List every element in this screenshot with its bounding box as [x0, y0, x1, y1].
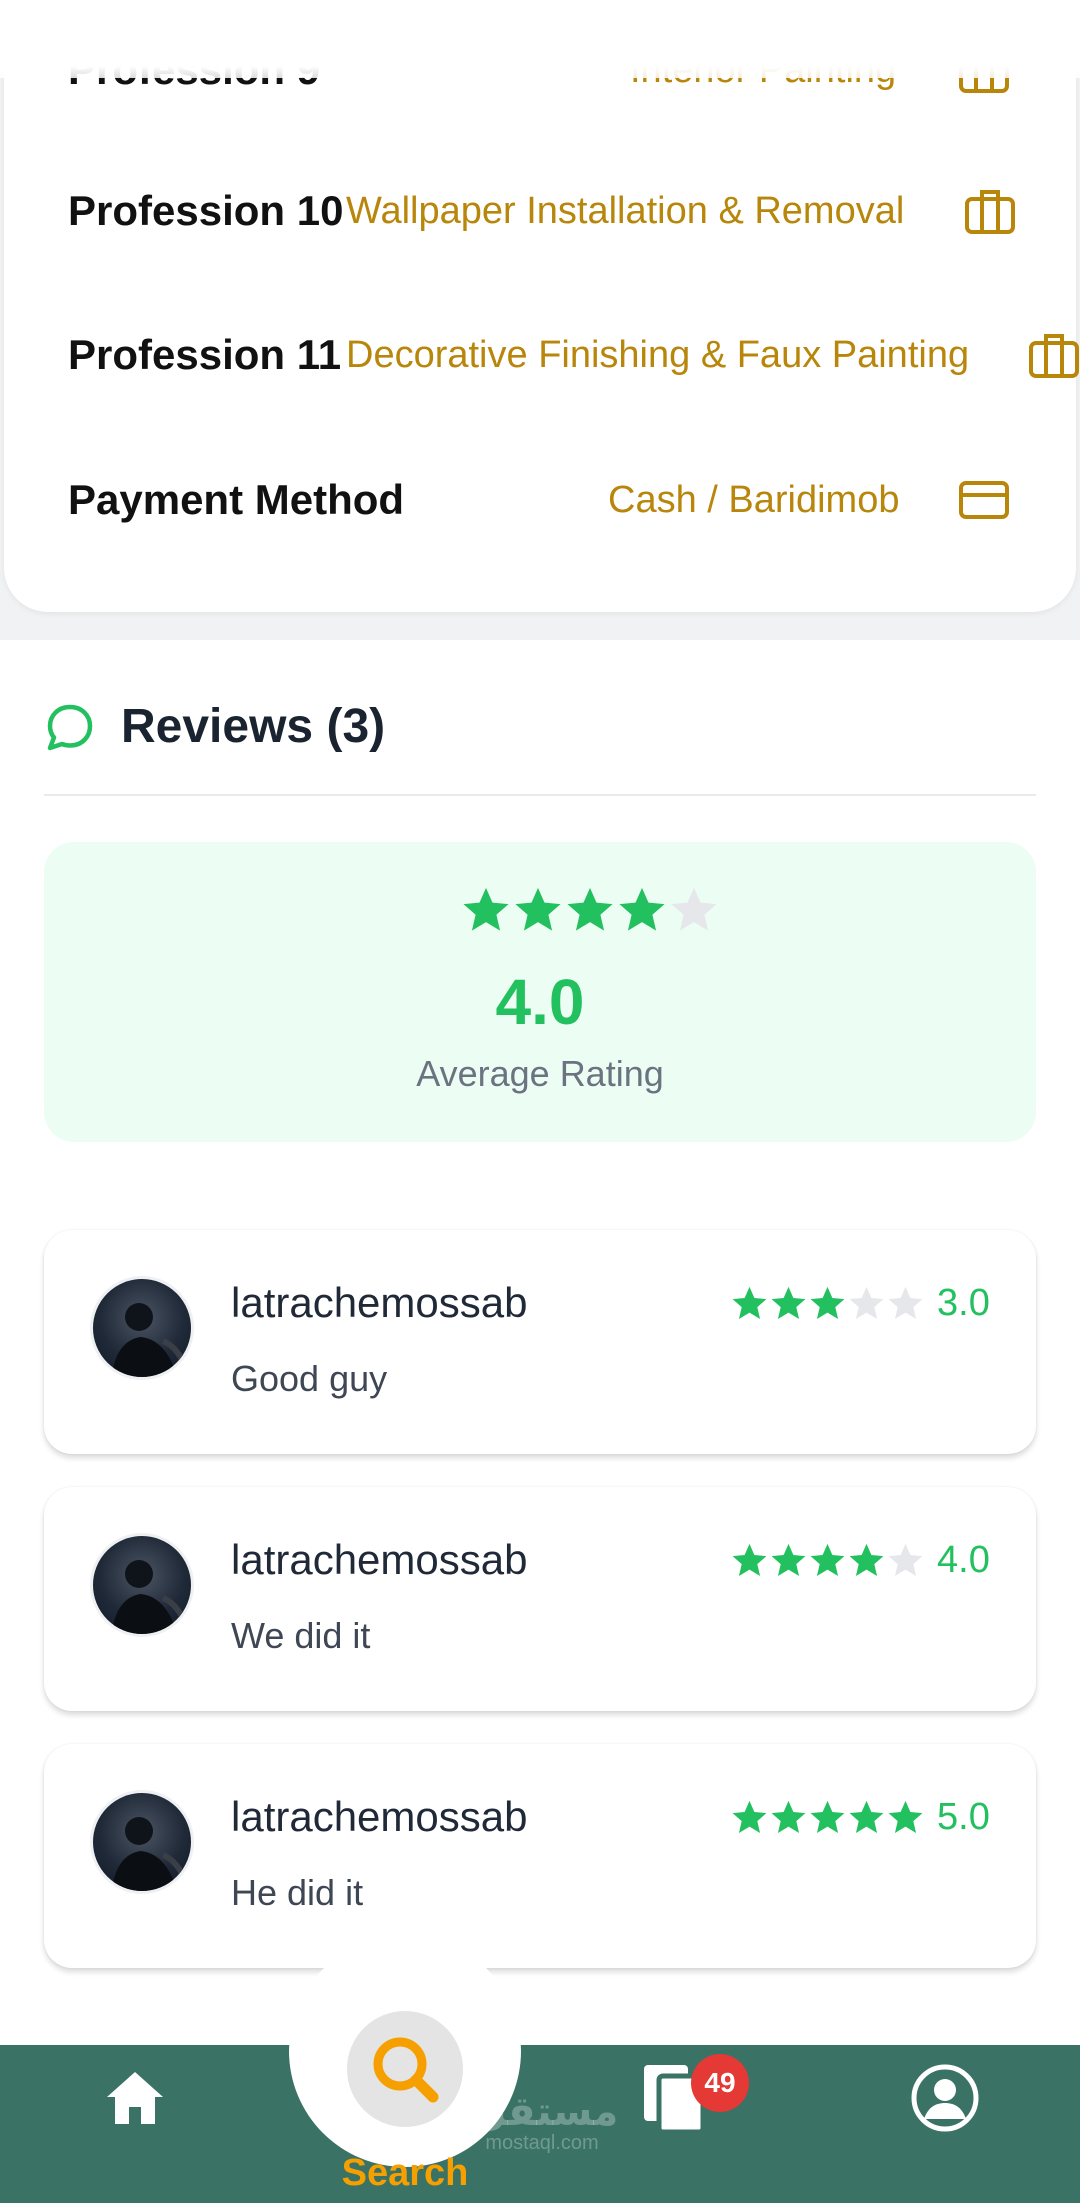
- detail-row-payment-method: Payment Method Cash / Baridimob: [68, 470, 1080, 530]
- scroll-fade: [0, 0, 1080, 78]
- star-filled-icon: [810, 1286, 845, 1319]
- star-filled-icon: [463, 887, 509, 931]
- review-text: Good guy: [231, 1358, 388, 1399]
- star-filled-icon: [888, 1800, 923, 1833]
- reviews-title: Reviews (3): [121, 700, 386, 753]
- divider: [44, 794, 1036, 796]
- chat-bubble-icon: [47, 704, 93, 751]
- star-empty-icon: [888, 1286, 923, 1319]
- mostaql-watermark: مستقل mostaql.com: [472, 2089, 619, 2154]
- star-filled-icon: [849, 1543, 884, 1576]
- star-filled-icon: [732, 1543, 767, 1576]
- review-rating: 4.0: [937, 1539, 990, 1581]
- review-rating: 5.0: [937, 1796, 990, 1838]
- star-filled-icon: [515, 887, 561, 931]
- star-filled-icon: [771, 1800, 806, 1833]
- briefcase-icon: [1029, 334, 1079, 378]
- orders-badge: 49: [691, 2054, 749, 2112]
- reviewer-name: latrachemossab: [231, 1793, 528, 1840]
- star-filled-icon: [732, 1286, 767, 1319]
- page: Profession 9 Interior Painting Professio…: [0, 0, 1080, 2203]
- star-filled-icon: [849, 1800, 884, 1833]
- avatar: [90, 1533, 194, 1637]
- search-icon: [373, 2037, 439, 2103]
- nav-home[interactable]: [104, 2069, 166, 2127]
- avatar: [90, 1276, 194, 1380]
- review-card: latrachemossab Good guy 3.0: [44, 1230, 1036, 1454]
- star-empty-icon: [671, 887, 717, 931]
- average-rating-label: Average Rating: [416, 1053, 664, 1094]
- average-rating-box: 4.0 Average Rating: [44, 842, 1036, 1142]
- star-filled-icon: [567, 887, 613, 931]
- review-stars: [730, 1284, 925, 1322]
- nav-profile[interactable]: [910, 2063, 980, 2133]
- search-icon-holder: [347, 2011, 463, 2127]
- detail-value: Decorative Finishing & Faux Painting: [346, 334, 970, 376]
- review-card: latrachemossab We did it 4.0: [44, 1487, 1036, 1711]
- detail-label: Profession 10: [68, 187, 344, 234]
- detail-label: Profession 11: [68, 331, 342, 378]
- watermark-arabic: مستقل: [472, 2089, 619, 2135]
- star-filled-icon: [810, 1543, 845, 1576]
- review-card: latrachemossab He did it 5.0: [44, 1744, 1036, 1968]
- credit-card-icon: [959, 481, 1009, 519]
- review-text: He did it: [231, 1872, 364, 1913]
- detail-value: Cash / Baridimob: [608, 479, 900, 521]
- reviewer-name: latrachemossab: [231, 1279, 528, 1326]
- review-stars: [730, 1798, 925, 1836]
- home-icon: [107, 2072, 163, 2124]
- reviews-section: Reviews (3) 4.0 Average Rating latrachem…: [0, 640, 1080, 2045]
- star-filled-icon: [732, 1800, 767, 1833]
- profile-icon: [911, 2064, 979, 2132]
- star-filled-icon: [619, 887, 665, 931]
- review-stars: [730, 1541, 925, 1579]
- star-empty-icon: [849, 1286, 884, 1319]
- star-filled-icon: [771, 1543, 806, 1576]
- detail-row-profession-11: Profession 11 Decorative Finishing & Fau…: [68, 325, 1080, 385]
- avatar: [90, 1790, 194, 1894]
- review-text: We did it: [231, 1615, 371, 1656]
- watermark-latin: mostaql.com: [485, 2132, 599, 2154]
- star-empty-icon: [888, 1543, 923, 1576]
- average-rating-value: 4.0: [495, 966, 585, 1038]
- reviewer-name: latrachemossab: [231, 1536, 528, 1583]
- average-stars: [460, 884, 720, 936]
- nav-search-label[interactable]: Search: [289, 2148, 521, 2198]
- briefcase-icon: [965, 190, 1015, 234]
- star-filled-icon: [810, 1800, 845, 1833]
- detail-row-profession-10: Profession 10 Wallpaper Installation & R…: [68, 181, 1080, 241]
- review-rating: 3.0: [937, 1282, 990, 1324]
- detail-value: Wallpaper Installation & Removal: [346, 190, 905, 232]
- star-filled-icon: [771, 1286, 806, 1319]
- detail-label: Payment Method: [68, 476, 405, 523]
